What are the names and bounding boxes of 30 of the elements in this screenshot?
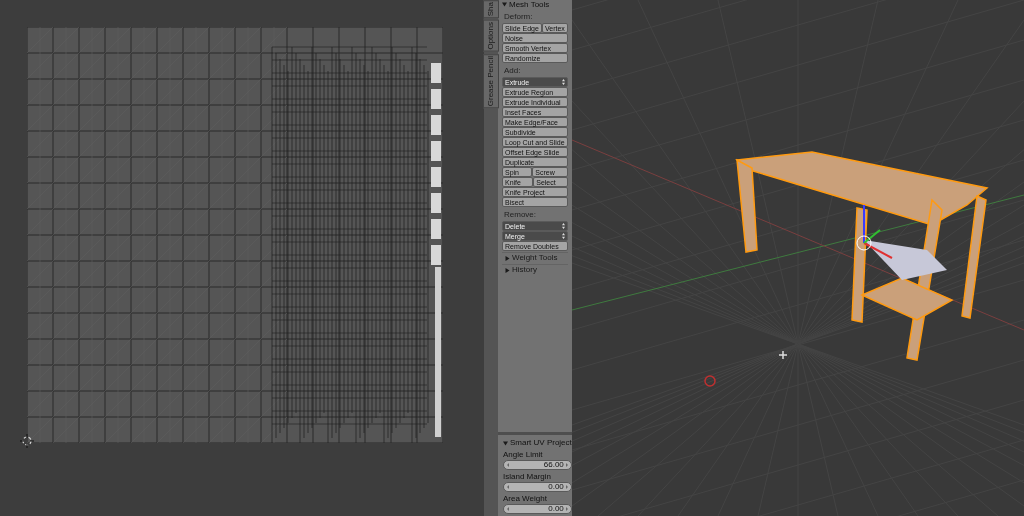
panel-title: History bbox=[512, 266, 537, 274]
updown-arrow-icon bbox=[562, 223, 565, 229]
updown-arrow-icon bbox=[562, 79, 565, 85]
section-label: Add: bbox=[503, 67, 522, 75]
collapsed-panel-header[interactable]: History bbox=[502, 264, 568, 275]
section-label: Deform: bbox=[503, 13, 534, 21]
panel-title: Weight Tools bbox=[512, 254, 558, 262]
left-arrow-icon bbox=[507, 463, 509, 467]
field-label: Area Weight bbox=[503, 495, 548, 503]
right-arrow-icon bbox=[565, 507, 568, 511]
number-field[interactable]: 0.00 bbox=[503, 482, 572, 492]
2d-cursor-icon bbox=[20, 434, 34, 448]
left-arrow-icon bbox=[507, 507, 509, 511]
field-value: 66.00 bbox=[543, 461, 564, 469]
section-label: Remove: bbox=[503, 211, 537, 219]
number-field[interactable]: 66.00 bbox=[503, 460, 572, 470]
panel-header[interactable]: Smart UV Project bbox=[503, 438, 572, 448]
field-label: Angle Limit bbox=[503, 451, 544, 459]
panel-title: Smart UV Project bbox=[510, 439, 572, 447]
collapsed-panel-header[interactable]: Weight Tools bbox=[502, 252, 568, 263]
number-field[interactable]: 0.00 bbox=[503, 504, 572, 514]
panel-title: Mesh Tools bbox=[509, 0, 550, 9]
updown-arrow-icon bbox=[562, 233, 565, 239]
field-value: 0.00 bbox=[548, 505, 564, 513]
field-value: 0.00 bbox=[548, 483, 564, 491]
right-arrow-icon bbox=[565, 485, 568, 489]
left-arrow-icon bbox=[507, 485, 509, 489]
field-label: Island Margin bbox=[503, 473, 553, 481]
panel-header[interactable]: Mesh Tools bbox=[502, 0, 568, 9]
right-arrow-icon bbox=[565, 463, 568, 467]
